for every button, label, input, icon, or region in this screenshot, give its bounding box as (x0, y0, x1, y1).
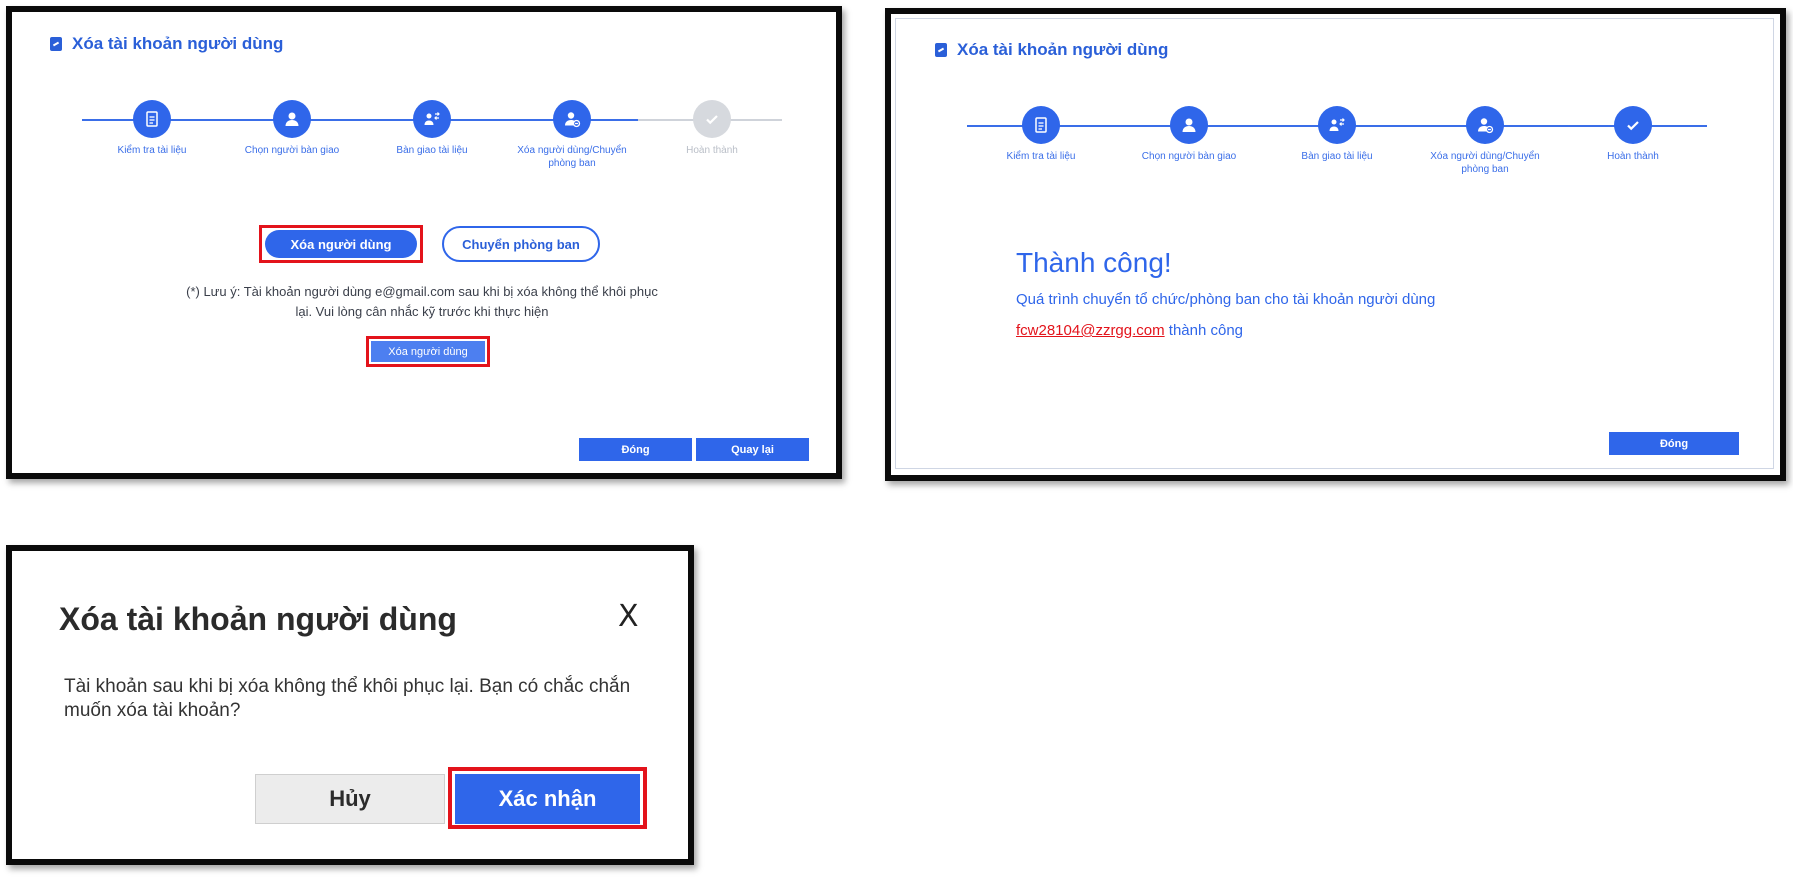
edit-document-icon (935, 43, 947, 57)
step-check-documents[interactable]: Kiểm tra tài liệu (82, 100, 222, 157)
step-label: Chọn người bàn giao (1141, 151, 1237, 162)
delete-account-wizard-step4: Xóa tài khoản người dùng Kiểm tra tài li… (6, 6, 842, 479)
step-complete[interactable]: Hoàn thành (642, 100, 782, 157)
transfer-department-option-button[interactable]: Chuyển phòng ban (442, 226, 600, 262)
success-title: Thành công! (1016, 247, 1172, 278)
user-icon (1170, 106, 1208, 144)
step-label: Hoàn thành (1607, 151, 1659, 162)
dialog-title: Xóa tài khoản người dùng (59, 601, 457, 637)
step-label: Xóa người dùng/Chuyển phòng ban (1430, 151, 1540, 175)
wizard-stepper: Kiểm tra tài liệu Chọn người bàn giao Bà… (967, 106, 1707, 186)
step-label: Kiểm tra tài liệu (117, 145, 187, 156)
step-choose-handover-user[interactable]: Chọn người bàn giao (222, 100, 362, 157)
confirm-button[interactable]: Xác nhận (455, 774, 640, 824)
close-button[interactable]: Đóng (579, 438, 692, 461)
document-icon (133, 100, 171, 138)
user-icon (273, 100, 311, 138)
back-button[interactable]: Quay lại (696, 438, 809, 461)
user-remove-icon (553, 100, 591, 138)
success-message: Quá trình chuyển tổ chức/phòng ban cho t… (1016, 291, 1436, 308)
document-icon (1022, 106, 1060, 144)
success-line-2: fcw28104@zzrgg.com thành công (1016, 322, 1243, 339)
note-line-2: lại. Vui lòng cân nhắc kỹ trước khi thực… (295, 304, 549, 319)
confirm-delete-dialog: Xóa tài khoản người dùng X Tài khoản sau… (6, 545, 694, 865)
users-transfer-icon (1318, 106, 1356, 144)
users-transfer-icon (413, 100, 451, 138)
step-handover-documents[interactable]: Bàn giao tài liệu (1267, 106, 1407, 163)
close-icon[interactable]: X (618, 599, 639, 634)
check-icon (1614, 106, 1652, 144)
step-delete-or-transfer[interactable]: Xóa người dùng/Chuyển phòng ban (1415, 106, 1555, 176)
user-email-link[interactable]: fcw28104@zzrgg.com (1016, 322, 1165, 339)
wizard-stepper: Kiểm tra tài liệu Chọn người bàn giao Bà… (82, 100, 782, 180)
wizard-title: Xóa tài khoản người dùng (72, 34, 284, 53)
user-remove-icon (1466, 106, 1504, 144)
step-complete[interactable]: Hoàn thành (1563, 106, 1703, 163)
edit-document-icon (50, 37, 62, 51)
step-label: Chọn người bàn giao (244, 145, 340, 156)
dialog-frame (895, 18, 1774, 469)
check-icon (693, 100, 731, 138)
step-choose-handover-user[interactable]: Chọn người bàn giao (1119, 106, 1259, 163)
wizard-header: Xóa tài khoản người dùng (50, 34, 283, 54)
delete-user-button[interactable]: Xóa người dùng (371, 341, 485, 362)
step-label: Kiểm tra tài liệu (1006, 151, 1076, 162)
close-button[interactable]: Đóng (1609, 432, 1739, 455)
cancel-button[interactable]: Hủy (255, 774, 445, 824)
wizard-header: Xóa tài khoản người dùng (935, 40, 1168, 60)
step-label: Hoàn thành (686, 145, 738, 156)
dialog-message: Tài khoản sau khi bị xóa không thể khôi … (64, 676, 631, 721)
step-handover-documents[interactable]: Bàn giao tài liệu (362, 100, 502, 157)
step-label: Xóa người dùng/Chuyển phòng ban (517, 145, 627, 169)
note-line-1: (*) Lưu ý: Tài khoản người dùng e@gmail.… (186, 284, 658, 299)
success-suffix: thành công (1168, 322, 1244, 339)
deletion-warning-note: (*) Lưu ý: Tài khoản người dùng e@gmail.… (102, 282, 742, 322)
delete-account-wizard-success: Xóa tài khoản người dùng Kiểm tra tài li… (885, 8, 1786, 481)
step-label: Bàn giao tài liệu (396, 145, 468, 156)
step-check-documents[interactable]: Kiểm tra tài liệu (971, 106, 1111, 163)
step-delete-or-transfer[interactable]: Xóa người dùng/Chuyển phòng ban (502, 100, 642, 170)
step-label: Bàn giao tài liệu (1301, 151, 1373, 162)
wizard-title: Xóa tài khoản người dùng (957, 40, 1169, 59)
delete-user-option-button[interactable]: Xóa người dùng (265, 230, 417, 258)
